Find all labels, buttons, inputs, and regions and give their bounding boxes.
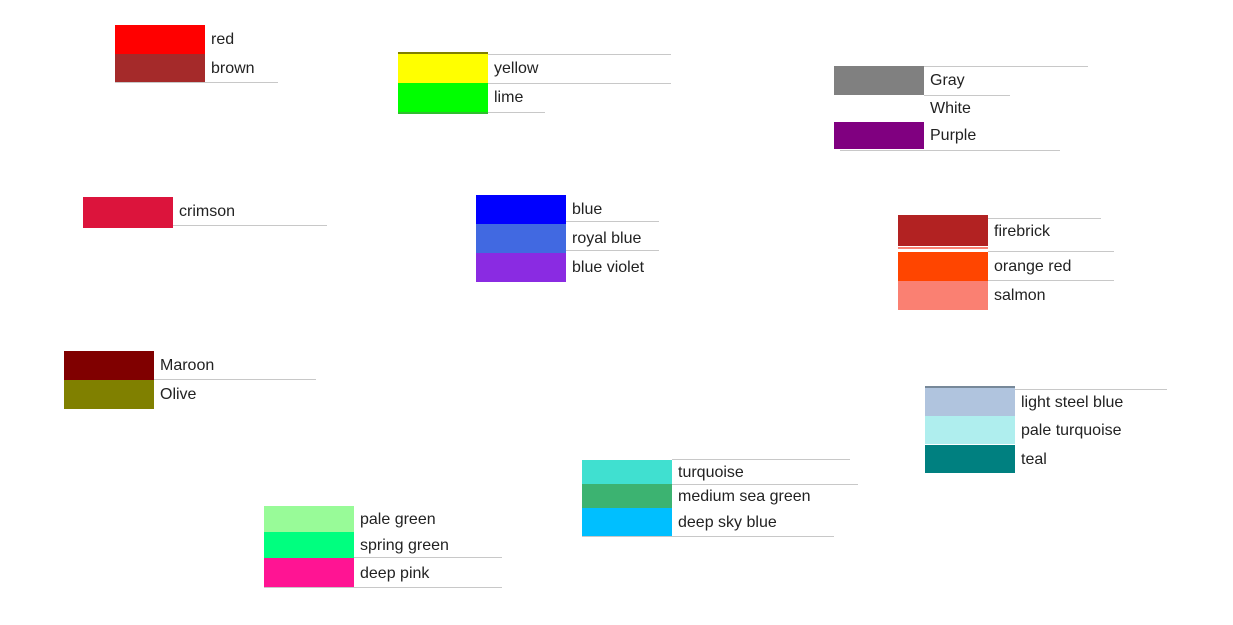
color-row: firebrick	[898, 217, 1071, 246]
color-row: White	[834, 95, 976, 122]
color-group-turquoise: turquoise medium sea green deep sky blue	[582, 459, 858, 537]
color-row: red	[115, 25, 255, 54]
divider	[566, 221, 659, 222]
divider	[83, 226, 173, 228]
divider	[398, 112, 488, 114]
color-swatch	[264, 506, 354, 532]
color-row: orange red	[898, 252, 1071, 281]
color-row: turquoise	[582, 460, 811, 484]
color-label: firebrick	[994, 223, 1051, 240]
color-row: light steel blue	[925, 388, 1123, 416]
color-label: royal blue	[572, 230, 642, 247]
color-swatch	[925, 416, 1015, 444]
color-swatch	[582, 508, 672, 536]
color-label: blue violet	[572, 259, 645, 276]
color-row: blue	[476, 195, 644, 224]
color-group-crimson: crimson	[83, 197, 327, 228]
color-label: medium sea green	[678, 487, 811, 505]
color-swatch	[64, 380, 154, 409]
color-row: pale green	[264, 506, 449, 532]
color-label: Maroon	[160, 357, 215, 374]
color-label: lime	[494, 89, 524, 106]
color-label: teal	[1021, 450, 1047, 468]
color-label: White	[930, 100, 971, 117]
color-label: red	[211, 31, 235, 48]
color-row: Maroon	[64, 351, 214, 380]
color-group-yellow: yellow lime	[398, 52, 671, 114]
color-row: Purple	[834, 122, 976, 149]
color-label: crimson	[179, 203, 236, 220]
color-label: blue	[572, 201, 603, 218]
color-row: brown	[115, 54, 255, 83]
color-swatch	[398, 83, 488, 112]
color-swatch	[264, 558, 354, 588]
color-swatch	[925, 445, 1015, 473]
color-label: Olive	[160, 386, 197, 403]
color-label: light steel blue	[1021, 393, 1124, 411]
color-swatch	[582, 460, 672, 484]
color-label: spring green	[360, 536, 449, 554]
color-row: medium sea green	[582, 484, 811, 508]
color-row: Gray	[834, 66, 976, 95]
color-swatch	[264, 532, 354, 558]
divider	[264, 587, 502, 588]
color-row: lime	[398, 83, 538, 112]
color-row: salmon	[898, 281, 1071, 310]
color-swatch	[898, 217, 988, 246]
color-row: teal	[925, 444, 1123, 474]
color-swatch	[834, 66, 924, 95]
color-group-red: red brown	[115, 25, 278, 83]
color-group-light-steel-blue: light steel blue pale turquoise teal	[925, 386, 1167, 474]
divider	[582, 536, 834, 537]
color-row: royal blue	[476, 224, 644, 253]
color-group-blue: blue royal blue blue violet	[476, 195, 659, 282]
color-swatch	[925, 388, 1015, 416]
color-label: Gray	[930, 72, 965, 89]
color-label: pale turquoise	[1021, 421, 1122, 439]
color-label: deep sky blue	[678, 513, 777, 531]
color-swatch	[398, 54, 488, 83]
color-label: yellow	[494, 60, 539, 77]
color-label: orange red	[994, 258, 1072, 275]
color-label: Purple	[930, 127, 977, 144]
color-row: blue violet	[476, 253, 644, 282]
divider	[173, 225, 327, 226]
color-row: spring green	[264, 532, 449, 558]
color-group-maroon: Maroon Olive	[64, 351, 316, 409]
divider	[840, 150, 1060, 151]
color-swatch	[898, 252, 988, 281]
color-swatch	[834, 122, 924, 149]
divider	[115, 82, 278, 83]
color-row: pale turquoise	[925, 416, 1123, 444]
color-group-firebrick: firebrick orange red salmon	[898, 215, 1114, 310]
color-row: Olive	[64, 380, 214, 409]
color-label: deep pink	[360, 564, 430, 582]
divider	[488, 112, 545, 113]
divider	[566, 250, 659, 251]
color-swatch	[834, 95, 924, 122]
color-label: salmon	[994, 287, 1046, 304]
color-label: pale green	[360, 510, 436, 528]
color-label: brown	[211, 60, 255, 77]
color-swatch	[115, 54, 205, 83]
color-row: deep sky blue	[582, 508, 811, 536]
color-group-pale-green: pale green spring green deep pink	[264, 506, 502, 588]
divider	[898, 247, 988, 249]
color-row: deep pink	[264, 558, 449, 588]
color-swatch	[898, 281, 988, 310]
color-swatch	[64, 351, 154, 380]
color-row: yellow	[398, 54, 538, 83]
color-swatch	[476, 253, 566, 282]
color-swatch	[115, 25, 205, 54]
color-swatch	[476, 224, 566, 253]
color-swatch	[582, 484, 672, 508]
color-row: crimson	[83, 197, 235, 226]
color-swatch	[476, 195, 566, 224]
color-group-gray: Gray White Purple	[834, 66, 1088, 151]
color-swatch	[83, 197, 173, 226]
